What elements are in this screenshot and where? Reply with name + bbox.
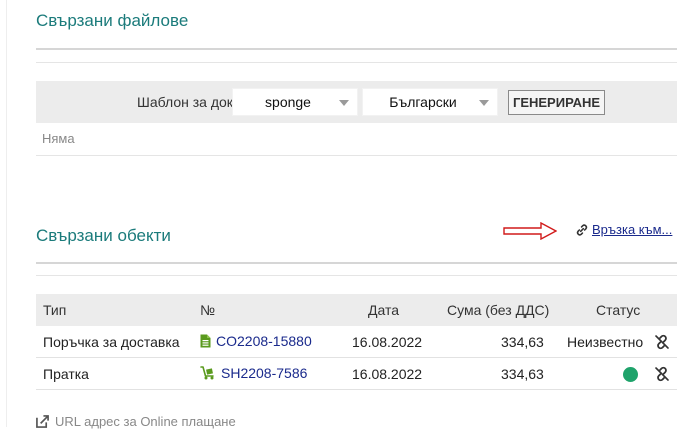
dolly-icon — [200, 366, 214, 380]
language-select[interactable]: Български — [362, 88, 498, 116]
language-select-value: Български — [389, 94, 457, 110]
link-icon — [576, 223, 588, 236]
row-amount: 334,63 — [501, 334, 544, 350]
template-select[interactable]: sponge — [232, 88, 358, 116]
row-type: Поръчка за доставка — [43, 334, 180, 350]
table-row: Пратка SH2208-7586 16.08.2022 334,63 — [36, 358, 677, 390]
no-files-text: Няма — [42, 131, 75, 146]
row-amount: 334,63 — [501, 366, 544, 382]
files-bottom-divider — [36, 155, 677, 156]
row-number: CO2208-15880 — [216, 333, 312, 349]
linked-files-title: Свързани файлове — [36, 11, 189, 30]
external-link-icon — [36, 415, 49, 428]
template-select-value: sponge — [265, 94, 311, 110]
column-header-date[interactable]: Дата — [368, 302, 399, 318]
linked-objects-title: Свързани обекти — [36, 226, 171, 245]
generate-button[interactable]: ГЕНЕРИРАНЕ — [508, 90, 605, 115]
unlink-icon[interactable] — [654, 366, 670, 382]
table-row: Поръчка за доставка CO2208-15880 16.08.2… — [36, 326, 677, 358]
row-date: 16.08.2022 — [352, 334, 423, 350]
red-arrow-icon — [503, 222, 557, 240]
column-header-status[interactable]: Статус — [596, 302, 640, 318]
chevron-down-icon — [479, 100, 489, 106]
row-type: Пратка — [43, 366, 89, 382]
link-to-button[interactable]: Връзка към... — [575, 222, 672, 237]
unlink-icon[interactable] — [654, 334, 670, 350]
objects-divider — [36, 275, 677, 276]
row-number: SH2208-7586 — [221, 365, 308, 381]
files-divider — [36, 62, 677, 63]
chevron-down-icon — [339, 100, 349, 106]
row-date: 16.08.2022 — [352, 366, 423, 382]
row-status: Неизвестно — [567, 334, 644, 350]
link-to-label: Връзка към... — [592, 222, 673, 237]
document-generation-bar: Шаблон за документ sponge Български ГЕНЕ… — [36, 81, 677, 123]
status-dot — [623, 367, 638, 382]
document-icon — [200, 334, 211, 348]
row-number-link[interactable]: CO2208-15880 — [200, 333, 312, 349]
page-left-border — [6, 0, 7, 427]
column-header-number[interactable]: № — [200, 302, 215, 318]
files-title-divider — [36, 48, 677, 50]
column-header-amount[interactable]: Сума (без ДДС) — [447, 302, 549, 318]
objects-table-header: Тип № Дата Сума (без ДДС) Статус — [36, 294, 677, 326]
row-number-link[interactable]: SH2208-7586 — [200, 365, 307, 381]
column-header-type[interactable]: Тип — [43, 302, 66, 318]
objects-title-divider — [36, 262, 677, 264]
